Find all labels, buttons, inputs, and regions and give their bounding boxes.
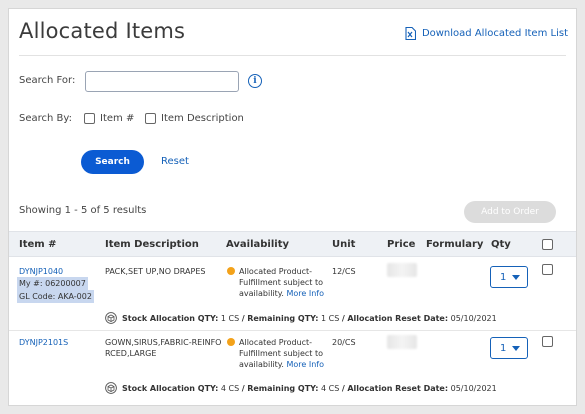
row-checkbox[interactable] xyxy=(542,264,553,275)
item-description-checkbox[interactable] xyxy=(145,113,156,124)
chevron-down-icon xyxy=(512,346,520,351)
gl-code: GL Code: AKA-002 xyxy=(17,290,94,303)
reset-link[interactable]: Reset xyxy=(161,156,189,167)
quantity-select[interactable]: 1 xyxy=(490,337,528,359)
download-list-label: Download Allocated Item List xyxy=(421,28,568,39)
search-input[interactable] xyxy=(85,71,239,92)
chevron-down-icon xyxy=(512,275,520,280)
table-header: Item # Item Description Availability Uni… xyxy=(9,231,576,257)
item-number-option-label: Item # xyxy=(100,113,135,124)
header-qty: Qty xyxy=(491,239,511,250)
stock-allocation-info: Stock Allocation QTY: 4 CS / Remaining Q… xyxy=(105,382,497,394)
download-list-link[interactable]: Download Allocated Item List xyxy=(405,27,568,40)
my-number: My #: 06200007 xyxy=(17,277,88,290)
more-info-link[interactable]: More Info xyxy=(286,289,324,298)
search-button[interactable]: Search xyxy=(81,150,144,174)
search-by-label: Search By: xyxy=(19,113,72,124)
item-description: PACK,SET UP,NO DRAPES xyxy=(105,267,206,276)
excel-file-icon xyxy=(405,27,416,40)
row-divider xyxy=(9,330,576,331)
availability-text-1: Allocated Product- xyxy=(239,267,313,276)
availability-text-2: Fulfillment subject to xyxy=(239,349,323,358)
results-summary: Showing 1 - 5 of 5 results xyxy=(19,205,147,216)
availability-text-3-label: availability. xyxy=(239,360,284,369)
unit-value: 12/CS xyxy=(332,267,356,276)
header-availability: Availability xyxy=(226,239,289,250)
item-number-checkbox[interactable] xyxy=(84,113,95,124)
header-unit: Unit xyxy=(332,239,356,250)
header-item-number: Item # xyxy=(19,239,57,250)
availability-text-3-label: availability. xyxy=(239,289,284,298)
add-to-order-button[interactable]: Add to Order xyxy=(464,201,556,223)
page-title: Allocated Items xyxy=(19,19,186,43)
box-icon xyxy=(105,382,117,394)
item-description-2: RCED,LARGE xyxy=(105,349,157,358)
quantity-value: 1 xyxy=(500,342,507,354)
price-redacted xyxy=(387,263,417,277)
header-formulary: Formulary xyxy=(426,239,484,250)
availability-text-3: availability. More Info xyxy=(239,288,324,299)
header-price: Price xyxy=(387,239,416,250)
search-for-label: Search For: xyxy=(19,75,76,86)
availability-text-3: availability. More Info xyxy=(239,359,324,370)
stock-allocation-info: Stock Allocation QTY: 1 CS / Remaining Q… xyxy=(105,312,497,324)
quantity-select[interactable]: 1 xyxy=(490,266,528,288)
select-all-checkbox[interactable] xyxy=(542,239,553,250)
row-checkbox[interactable] xyxy=(542,336,553,347)
availability-text-1: Allocated Product- xyxy=(239,338,313,347)
box-icon xyxy=(105,312,117,324)
quantity-value: 1 xyxy=(500,271,507,283)
availability-status-dot xyxy=(227,338,235,346)
item-number-link[interactable]: DYNJP2101S xyxy=(19,337,68,348)
item-description-option-label: Item Description xyxy=(161,113,244,124)
allocated-items-panel: Allocated Items Download Allocated Item … xyxy=(8,8,577,406)
info-icon[interactable]: i xyxy=(248,74,262,88)
availability-text-2: Fulfillment subject to xyxy=(239,278,323,287)
more-info-link[interactable]: More Info xyxy=(286,360,324,369)
header-item-description: Item Description xyxy=(105,239,199,250)
unit-value: 20/CS xyxy=(332,338,356,347)
item-description: GOWN,SIRUS,FABRIC-REINFO xyxy=(105,338,222,347)
availability-status-dot xyxy=(227,267,235,275)
item-number-link[interactable]: DYNJP1040 xyxy=(19,266,63,277)
price-redacted xyxy=(387,335,417,349)
title-divider xyxy=(19,55,566,56)
